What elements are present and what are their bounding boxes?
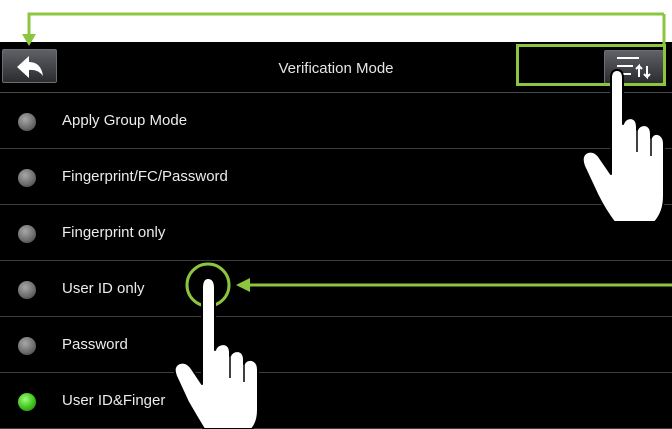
radio-icon[interactable] [18,281,36,299]
item-label: User ID&Finger [62,392,166,409]
item-label: User ID only [62,280,145,297]
list-item-user-id-only[interactable]: User ID only [0,261,672,317]
list-item-fingerprint-only[interactable]: Fingerprint only [0,205,672,261]
list-item-fingerprint-fc-password[interactable]: Fingerprint/FC/Password [0,149,672,205]
device-screen: Verification Mode Apply Group Mode Finge… [0,42,672,429]
item-label: Fingerprint only [62,224,166,241]
radio-icon[interactable] [18,337,36,355]
back-button[interactable] [2,49,57,83]
menu-highlight-box [516,44,666,86]
back-arrow-icon [17,56,43,78]
list-item-apply-group-mode[interactable]: Apply Group Mode [0,93,672,149]
list-item-user-id-finger[interactable]: User ID&Finger [0,373,672,429]
radio-icon[interactable] [18,169,36,187]
radio-icon[interactable] [18,113,36,131]
item-label: Password [62,336,128,353]
item-label: Fingerprint/FC/Password [62,168,228,185]
item-label: Apply Group Mode [62,112,188,129]
radio-icon[interactable] [18,225,36,243]
list-item-password[interactable]: Password [0,317,672,373]
radio-selected-icon[interactable] [18,393,36,411]
